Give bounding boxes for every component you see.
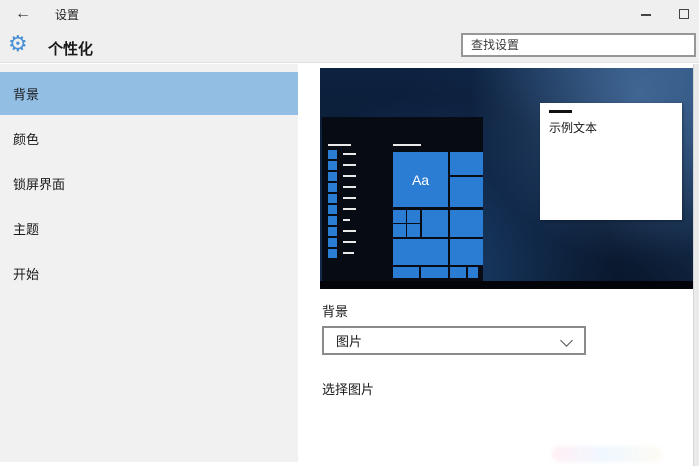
minimize-button[interactable]: [633, 4, 659, 24]
sample-text-box: 示例文本: [540, 103, 682, 220]
preview-tile: [328, 216, 337, 225]
preview-tile: [328, 161, 337, 170]
preview-tile: [393, 224, 406, 237]
preview-line: [343, 241, 356, 243]
maximize-icon: [679, 9, 689, 19]
preview-tile: [407, 210, 420, 223]
preview-tile: [328, 172, 337, 181]
preview-tile: [328, 238, 337, 247]
content-area: Aa 示例文本 背景 图片 选择图片: [298, 64, 699, 466]
preview-tile: [328, 227, 337, 236]
preview-tile: [407, 224, 420, 237]
window-title: 设置: [55, 8, 80, 22]
sidebar: 背景 颜色 锁屏界面 主题 开始: [0, 64, 298, 462]
watermark-artifact: [552, 446, 662, 462]
chevron-down-icon: [560, 334, 573, 347]
background-type-value: 图片: [336, 334, 363, 349]
preview-line: [343, 230, 356, 232]
preview-tile: [328, 183, 337, 192]
preview-tile: [328, 205, 337, 214]
preview-line: [343, 197, 356, 199]
preview-tile: [422, 210, 448, 237]
preview-line: [343, 186, 356, 188]
preview-line: [343, 219, 350, 221]
background-type-dropdown[interactable]: 图片: [322, 326, 586, 355]
preview-taskbar: [320, 281, 694, 289]
preview-line: [343, 153, 356, 155]
preview-tile: [328, 194, 337, 203]
preview-tile: [450, 267, 466, 278]
preview-line: [393, 144, 421, 146]
preview-tile: [393, 239, 448, 265]
page-title: 个性化: [48, 41, 94, 58]
preview-tile: [450, 239, 483, 265]
search-input[interactable]: [461, 33, 696, 57]
sample-dash: [549, 110, 572, 113]
preview-line: [343, 208, 356, 210]
preview-line: [343, 164, 356, 166]
preview-tile: [450, 177, 483, 207]
sample-text: 示例文本: [549, 121, 598, 135]
settings-window: ← 设置 ⚙ 个性化 背景 颜色 锁屏界面 主题 开始: [0, 0, 699, 466]
minimize-icon: [641, 14, 651, 16]
preview-tile: [421, 267, 448, 278]
maximize-button[interactable]: [671, 4, 697, 24]
sidebar-item-background[interactable]: 背景: [0, 72, 298, 115]
preview-tile: [393, 267, 419, 278]
sidebar-item-themes[interactable]: 主题: [0, 207, 298, 250]
background-section-label: 背景: [322, 304, 349, 319]
sidebar-item-lock-screen[interactable]: 锁屏界面: [0, 162, 298, 205]
scrollbar[interactable]: [693, 64, 699, 466]
preview-line: [328, 144, 351, 146]
window-chrome: ← 设置 ⚙ 个性化: [0, 0, 699, 63]
gear-icon: ⚙: [8, 31, 28, 56]
sidebar-item-colors[interactable]: 颜色: [0, 117, 298, 160]
preview-tile: [328, 249, 337, 258]
preview-tile: [450, 152, 483, 175]
preview-tile: [393, 210, 406, 223]
preview-line: [343, 175, 356, 177]
preview-tile: [468, 267, 478, 278]
back-icon[interactable]: ←: [10, 2, 36, 26]
preview-tile: [450, 210, 483, 237]
choose-picture-label: 选择图片: [322, 382, 375, 397]
sidebar-item-start[interactable]: 开始: [0, 252, 298, 295]
background-preview: Aa 示例文本: [320, 68, 694, 289]
preview-tile-aa: Aa: [393, 152, 448, 207]
preview-tile: [328, 150, 337, 159]
start-menu-preview: Aa: [322, 117, 483, 281]
preview-line: [343, 252, 354, 254]
